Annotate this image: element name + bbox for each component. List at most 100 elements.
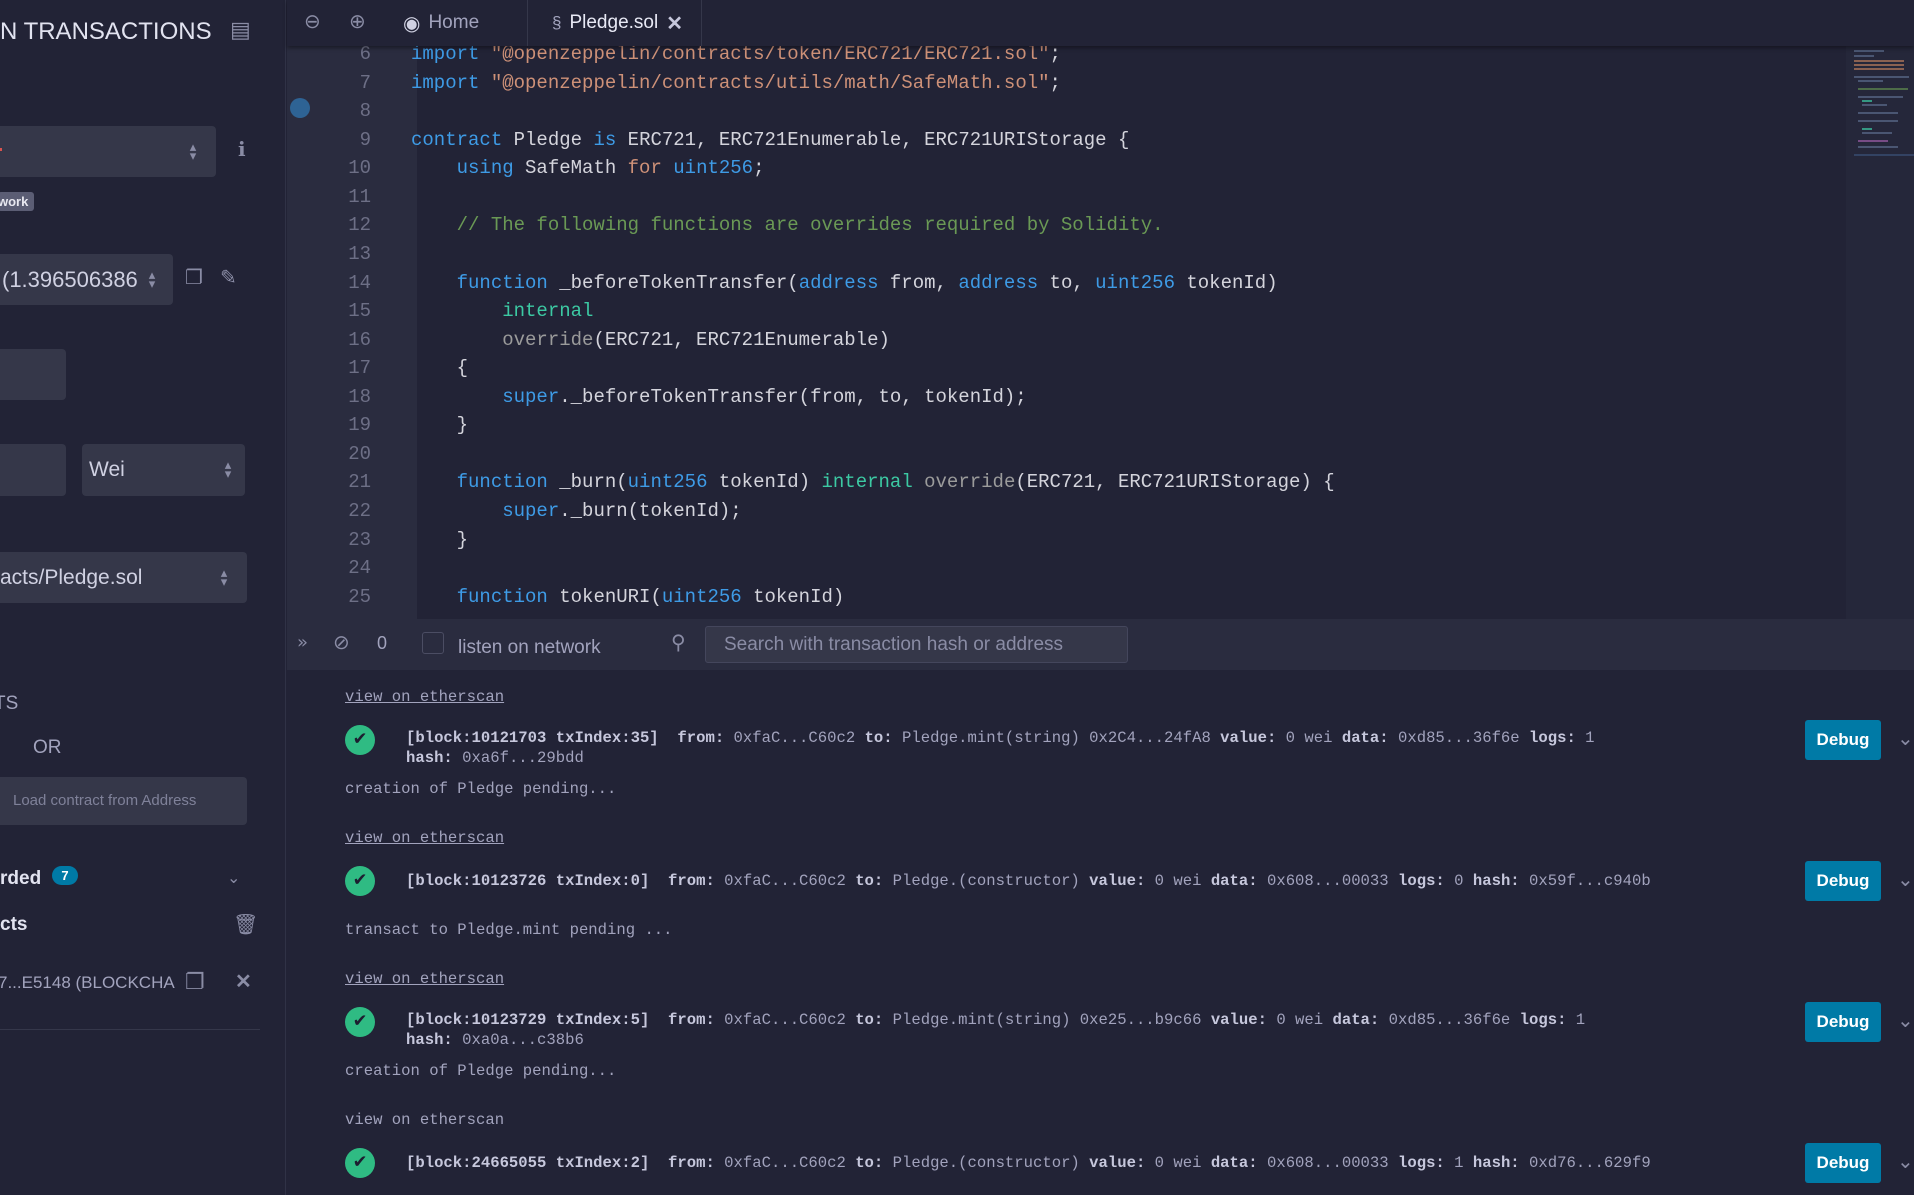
code-editor[interactable]: 6 import "@openzeppelin/contracts/token/E… xyxy=(287,40,1846,619)
code-line[interactable]: 21 function _burn(uint256 tokenId) inter… xyxy=(287,468,1846,497)
code-token: uint256 xyxy=(627,471,719,494)
info-icon[interactable]: i xyxy=(238,139,246,159)
tx-field-label: to: xyxy=(864,729,893,747)
view-on-etherscan-link[interactable]: view on etherscan xyxy=(345,688,504,706)
tx-field-value: 0xfaC...C60c2 xyxy=(714,1154,856,1172)
transaction-summary[interactable]: [block:10123729 txIndex:5] from: 0xfaC..… xyxy=(406,1010,1585,1050)
code-token: to, xyxy=(1049,271,1096,294)
line-number: 16 xyxy=(348,328,371,351)
code-line[interactable]: 14 function _beforeTokenTransfer(address… xyxy=(287,269,1846,298)
listen-on-network-checkbox[interactable] xyxy=(422,632,444,654)
code-line[interactable]: 24 xyxy=(287,554,1846,583)
code-line[interactable]: 25 function tokenURI(uint256 tokenId) xyxy=(287,583,1846,612)
tx-field-value xyxy=(649,1011,668,1029)
value-input[interactable] xyxy=(0,444,66,496)
line-number: 20 xyxy=(348,442,371,465)
code-line[interactable]: 8 xyxy=(287,97,1846,126)
transaction-summary[interactable]: [block:24665055 txIndex:2] from: 0xfaC..… xyxy=(406,1153,1651,1173)
select-arrows-icon: ▴ ▾ xyxy=(220,565,228,589)
zoom-out-icon[interactable]: ⊖ xyxy=(304,12,321,32)
code-token: ; xyxy=(753,157,765,180)
debug-button[interactable]: Debug xyxy=(1805,861,1881,901)
tx-field-label: value: xyxy=(1089,1154,1146,1172)
clear-console-icon[interactable]: ⊘ xyxy=(333,633,350,653)
success-check-icon: ✔ xyxy=(345,1007,375,1037)
line-number: 7 xyxy=(359,71,371,94)
transactions-recorded-label[interactable]: rded xyxy=(0,868,41,890)
tab-pledge-sol[interactable]: § Pledge.sol ✕ xyxy=(528,0,702,46)
tx-field-label: hash: xyxy=(406,1031,453,1049)
view-on-etherscan-link[interactable]: view on etherscan xyxy=(345,829,504,847)
unit-select[interactable]: Wei ▴ ▾ xyxy=(82,444,245,496)
tx-field-label: from: xyxy=(668,872,715,890)
tx-field-label: data: xyxy=(1332,1011,1380,1029)
close-tab-icon[interactable]: ✕ xyxy=(666,11,683,36)
code-line[interactable]: 7 import "@openzeppelin/contracts/utils/m… xyxy=(287,69,1846,98)
code-token: for xyxy=(627,157,674,180)
code-text: override(ERC721, ERC721Enumerable) xyxy=(411,326,890,355)
deployed-instance[interactable]: 7...E5148 (BLOCKCHA xyxy=(0,973,175,993)
close-icon[interactable]: ✕ xyxy=(235,972,252,992)
line-number: 22 xyxy=(348,500,371,523)
transaction-summary[interactable]: [block:10121703 txIndex:35] from: 0xfaC.… xyxy=(406,728,1595,768)
debug-button[interactable]: Debug xyxy=(1805,1143,1881,1183)
chevron-down-icon[interactable]: ⌄ xyxy=(227,868,240,888)
code-token: uint256 xyxy=(673,157,754,180)
code-line[interactable]: 11 xyxy=(287,183,1846,212)
debug-button[interactable]: Debug xyxy=(1805,720,1881,760)
copy-icon[interactable]: ❐ xyxy=(185,268,203,288)
transaction-search-input[interactable]: Search with transaction hash or address xyxy=(705,626,1128,663)
expand-chevron-icon[interactable]: ⌄ xyxy=(1897,726,1914,750)
load-contract-placeholder: Load contract from Address xyxy=(13,792,197,809)
tx-field-label: to: xyxy=(855,1154,884,1172)
transaction-summary[interactable]: [block:10123726 txIndex:0] from: 0xfaC..… xyxy=(406,871,1651,891)
minimap[interactable] xyxy=(1846,46,1914,619)
code-line[interactable]: 16 override(ERC721, ERC721Enumerable) xyxy=(287,326,1846,355)
tx-field-value: 1 xyxy=(1585,729,1595,747)
view-on-etherscan-link[interactable]: view on etherscan xyxy=(345,970,504,988)
code-token: _beforeTokenTransfer( xyxy=(559,271,799,294)
code-line[interactable]: 13 xyxy=(287,240,1846,269)
code-token: ._burn(tokenId); xyxy=(559,500,742,523)
code-line[interactable]: 18 super._beforeTokenTransfer(from, to, … xyxy=(287,383,1846,412)
gas-limit-input[interactable] xyxy=(0,349,66,400)
code-line[interactable]: 17 { xyxy=(287,354,1846,383)
select-arrows-icon: ▴ ▾ xyxy=(148,267,156,291)
environment-select[interactable]: ▴ ▾ xyxy=(0,126,216,177)
code-line[interactable]: 19 } xyxy=(287,411,1846,440)
collapse-terminal-icon[interactable]: » xyxy=(297,633,308,653)
code-token: (ERC721, ERC721Enumerable) xyxy=(593,328,890,351)
line-number: 14 xyxy=(348,271,371,294)
expand-chevron-icon[interactable]: ⌄ xyxy=(1897,1008,1914,1032)
tx-field-label: logs: xyxy=(1398,1154,1445,1172)
code-text: import "@openzeppelin/contracts/utils/ma… xyxy=(411,69,1061,98)
debug-button[interactable]: Debug xyxy=(1805,1002,1881,1042)
line-number: 13 xyxy=(348,242,371,265)
code-line[interactable]: 22 super._burn(tokenId); xyxy=(287,497,1846,526)
tab-home[interactable]: ◉ Home xyxy=(403,0,528,46)
code-line[interactable]: 20 xyxy=(287,440,1846,469)
edit-icon[interactable]: ✎ xyxy=(220,268,237,288)
line-number: 23 xyxy=(348,528,371,551)
code-line[interactable]: 10 using SafeMath for uint256; xyxy=(287,154,1846,183)
tx-field-value: 0xd85...36f6e xyxy=(1379,1011,1520,1029)
view-on-etherscan-link[interactable]: view on etherscan xyxy=(345,1111,504,1129)
copy-icon[interactable]: ❐ xyxy=(185,971,205,993)
contract-select[interactable]: acts/Pledge.sol ▴ ▾ xyxy=(0,552,247,603)
account-select[interactable]: (1.396506386 ▴ ▾ xyxy=(0,254,173,305)
deploy-run-sidebar: N TRANSACTIONS ▤ ▴ ▾ i work (1.396506386 … xyxy=(0,0,286,1195)
code-line[interactable]: 23 } xyxy=(287,526,1846,555)
expand-chevron-icon[interactable]: ⌄ xyxy=(1897,867,1914,891)
code-line[interactable]: 9 contract Pledge is ERC721, ERC721Enumer… xyxy=(287,126,1846,155)
load-contract-address-input[interactable]: Load contract from Address xyxy=(0,777,247,825)
trash-icon[interactable]: 🗑 xyxy=(233,915,258,935)
expand-chevron-icon[interactable]: ⌄ xyxy=(1897,1149,1914,1173)
code-line[interactable]: 12 // The following functions are overri… xyxy=(287,211,1846,240)
code-line[interactable]: 15 internal xyxy=(287,297,1846,326)
documentation-book-icon[interactable]: ▤ xyxy=(230,19,251,41)
zoom-in-icon[interactable]: ⊕ xyxy=(349,12,366,32)
breakpoint-marker[interactable] xyxy=(290,98,310,118)
code-token: ; xyxy=(1049,43,1061,65)
tx-field-value: Pledge.(constructor) xyxy=(883,1154,1090,1172)
code-text: function _beforeTokenTransfer(address fr… xyxy=(411,269,1278,298)
